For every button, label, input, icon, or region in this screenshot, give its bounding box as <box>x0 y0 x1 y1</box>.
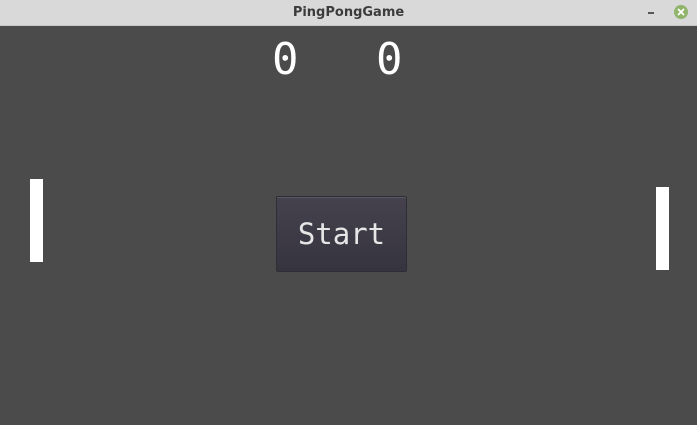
window-title: PingPongGame <box>292 5 405 20</box>
left-paddle <box>30 179 43 262</box>
start-button[interactable]: Start <box>276 196 407 272</box>
game-area: 0 0 Start <box>0 26 697 425</box>
title-bar[interactable]: PingPongGame <box>0 0 697 26</box>
left-score: 0 <box>272 34 299 85</box>
close-icon[interactable] <box>674 5 688 19</box>
minimize-icon[interactable] <box>644 5 658 19</box>
right-score: 0 <box>376 34 403 85</box>
game-window: PingPongGame 0 0 Start <box>0 0 697 425</box>
right-paddle <box>656 187 669 270</box>
